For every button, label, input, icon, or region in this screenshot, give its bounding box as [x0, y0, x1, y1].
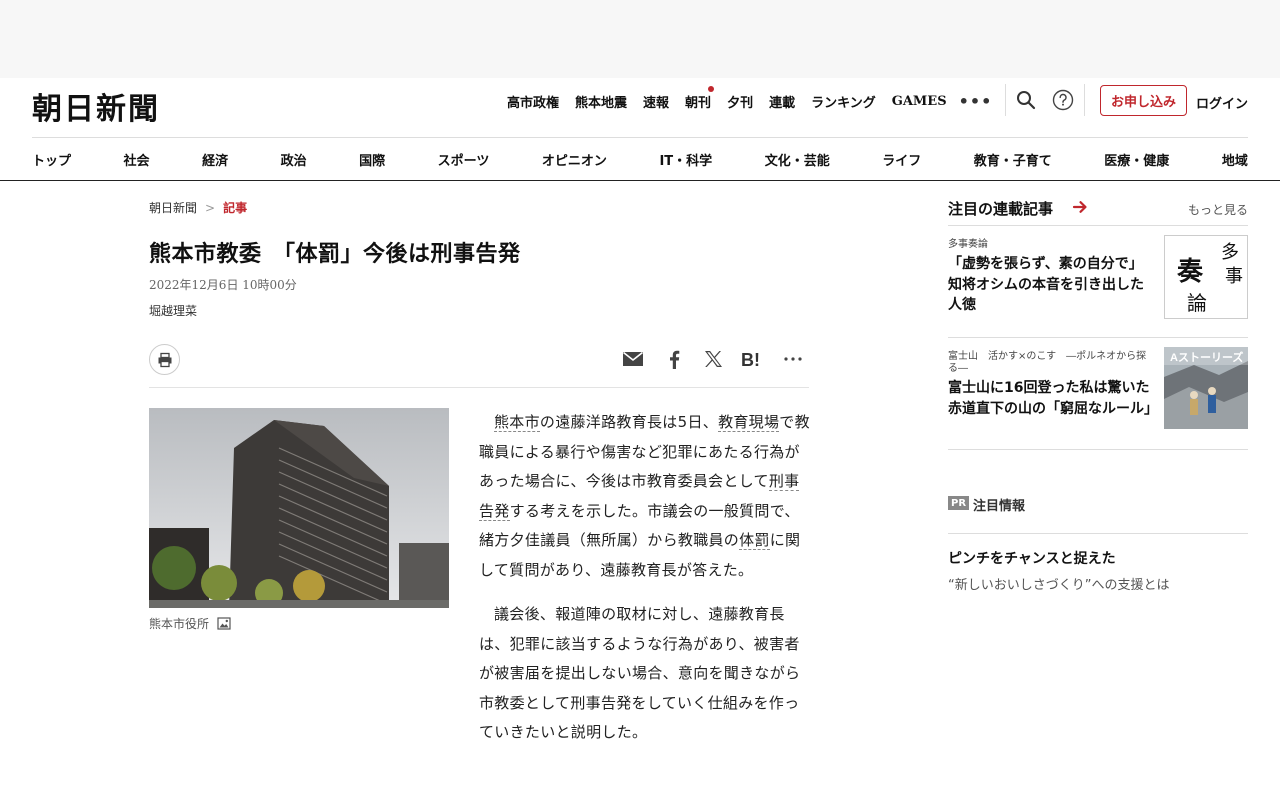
- quick-nav-item-evening[interactable]: 夕刊: [727, 92, 753, 111]
- category-society[interactable]: 社会: [124, 150, 150, 169]
- article-photo-city-hall[interactable]: [149, 408, 449, 608]
- series-tag: 富士山 活かす×のこす ―ポルネオから探る―: [948, 351, 1147, 374]
- svg-text:多: 多: [1221, 242, 1239, 263]
- breadcrumb-current[interactable]: 記事: [223, 199, 247, 216]
- caption-text: 熊本市役所: [149, 617, 210, 631]
- article-date: 2022年12月6日 10時00分: [149, 278, 297, 292]
- category-top[interactable]: トップ: [32, 150, 71, 169]
- svg-text:論: 論: [1187, 291, 1207, 315]
- category-nav: トップ 社会 経済 政治 国際 スポーツ オピニオン IT・科学 文化・芸能 ラ…: [32, 150, 1248, 169]
- svg-text:Aストーリーズ: Aストーリーズ: [1170, 350, 1243, 364]
- keyword-link-education-site[interactable]: 教育現場: [718, 413, 780, 432]
- quick-nav-item-takaichi[interactable]: 高市政権: [507, 92, 559, 111]
- x-share-icon[interactable]: [701, 349, 725, 369]
- category-economy[interactable]: 経済: [202, 150, 228, 169]
- category-politics[interactable]: 政治: [281, 150, 307, 169]
- article-toolbar: B!: [149, 342, 809, 388]
- see-more-link[interactable]: もっと見る: [1188, 201, 1248, 218]
- more-menu-icon[interactable]: •••: [959, 92, 993, 111]
- site-logo[interactable]: 朝日新聞: [32, 84, 160, 128]
- photo-gallery-icon[interactable]: [217, 617, 231, 630]
- quick-nav-item-ranking[interactable]: ランキング: [811, 92, 876, 111]
- quick-nav-item-series[interactable]: 連載: [769, 92, 795, 111]
- svg-text:B!: B!: [741, 350, 760, 368]
- pr-section-header: PR 注目情報: [948, 476, 1248, 534]
- breadcrumb: 朝日新聞 > 記事: [149, 199, 247, 216]
- series-item[interactable]: 多事奏論 「虚勢を張らず、素の自分で」 知将オシムの本音を引き出した人徳 多 事…: [948, 226, 1248, 338]
- pr-subtitle[interactable]: “新しいおいしさづくり”への支援とは: [948, 574, 1248, 593]
- article-body: 熊本市の遠藤洋路教育長は5日、教育現場で教職員による暴行や傷害など犯罪にあたる行…: [479, 408, 811, 763]
- category-health[interactable]: 医療・健康: [1104, 150, 1169, 169]
- help-icon[interactable]: [1051, 88, 1075, 112]
- series-title[interactable]: 富士山に16回登った私は驚いた 赤道直下の山の「窮屈なルール」: [948, 378, 1163, 419]
- pr-label: 注目情報: [973, 499, 1026, 514]
- series-thumbnail[interactable]: 多 事 奏 論: [1164, 235, 1248, 319]
- login-link[interactable]: ログイン: [1196, 93, 1248, 112]
- article-paragraph: 熊本市の遠藤洋路教育長は5日、教育現場で教職員による暴行や傷害など犯罪にあたる行…: [479, 413, 810, 579]
- more-share-icon[interactable]: [781, 349, 805, 369]
- ad-banner-area: [0, 0, 1280, 78]
- header-divider: [1084, 84, 1085, 116]
- pr-item[interactable]: ピンチをチャンスと捉えた “新しいおいしさづくり”への支援とは: [948, 534, 1248, 593]
- breadcrumb-home[interactable]: 朝日新聞: [149, 199, 197, 216]
- keyword-link-corporal-punishment[interactable]: 体罰: [739, 531, 770, 550]
- print-icon: [158, 352, 171, 367]
- article-author[interactable]: 堀越理菜: [149, 302, 197, 319]
- quick-nav: 高市政権 熊本地震 速報 朝刊 夕刊 連載 ランキング GAMES •••: [507, 86, 993, 111]
- quick-nav-item-breaking[interactable]: 速報: [643, 92, 669, 111]
- category-sports[interactable]: スポーツ: [438, 150, 490, 169]
- article-title: 熊本市教委 「体罰」今後は刑事告発: [149, 242, 521, 267]
- category-opinion[interactable]: オピニオン: [542, 150, 607, 169]
- series-tag: 多事奏論: [948, 239, 988, 250]
- series-item[interactable]: 富士山 活かす×のこす ―ポルネオから探る― 富士山に16回登った私は驚いた 赤…: [948, 338, 1248, 450]
- category-region[interactable]: 地域: [1222, 150, 1248, 169]
- article-paragraph: 議会後、報道陣の取材に対し、遠藤教育長は、犯罪に該当するような行為があり、被害者…: [479, 605, 801, 741]
- category-culture[interactable]: 文化・芸能: [765, 150, 830, 169]
- featured-series-header: 注目の連載記事 もっと見る: [948, 190, 1248, 226]
- facebook-share-icon[interactable]: [662, 349, 686, 369]
- quick-nav-item-kumamoto[interactable]: 熊本地震: [575, 92, 627, 111]
- svg-text:事: 事: [1225, 266, 1243, 287]
- hatena-bookmark-icon[interactable]: B!: [741, 349, 765, 369]
- header-bottom-rule: [0, 180, 1280, 181]
- quick-nav-item-games[interactable]: GAMES: [892, 94, 947, 109]
- mail-share-icon[interactable]: [621, 349, 645, 369]
- pr-badge: PR: [948, 496, 969, 510]
- site-header: 朝日新聞 高市政権 熊本地震 速報 朝刊 夕刊 連載 ランキング GAMES •…: [0, 78, 1280, 181]
- header-separator: [32, 137, 1248, 138]
- new-indicator-dot: [708, 86, 715, 92]
- breadcrumb-separator: >: [205, 200, 216, 215]
- subscribe-button[interactable]: お申し込み: [1100, 85, 1187, 116]
- header-divider: [1005, 84, 1006, 116]
- keyword-link-kumamoto[interactable]: 熊本市: [494, 413, 540, 432]
- featured-series-title[interactable]: 注目の連載記事: [948, 198, 1053, 219]
- series-thumbnail[interactable]: Aストーリーズ: [1164, 347, 1248, 429]
- search-icon[interactable]: [1014, 88, 1038, 112]
- print-button[interactable]: [149, 344, 180, 375]
- category-it-science[interactable]: IT・科学: [659, 150, 712, 169]
- category-international[interactable]: 国際: [359, 150, 385, 169]
- sidebar: 注目の連載記事 もっと見る 多事奏論 「虚勢を張らず、素の自分で」 知将オシムの…: [948, 190, 1248, 593]
- svg-text:奏: 奏: [1176, 257, 1204, 287]
- category-life[interactable]: ライフ: [882, 150, 921, 169]
- series-title[interactable]: 「虚勢を張らず、素の自分で」 知将オシムの本音を引き出した人徳: [948, 254, 1156, 316]
- category-education[interactable]: 教育・子育て: [974, 150, 1052, 169]
- photo-caption: 熊本市役所: [149, 615, 231, 632]
- quick-nav-item-morning[interactable]: 朝刊: [685, 86, 715, 111]
- pr-title[interactable]: ピンチをチャンスと捉えた: [948, 548, 1248, 568]
- arrow-right-icon[interactable]: [1072, 199, 1088, 215]
